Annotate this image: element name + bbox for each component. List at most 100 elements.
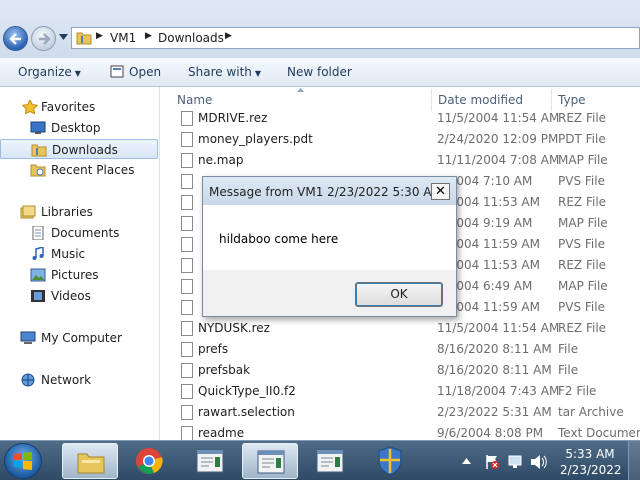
file-row[interactable]: NYDUSK.rez 11/5/2004 11:54 AM REZ File — [161, 318, 640, 339]
file-date: 11/5/2004 11:54 AM — [437, 111, 560, 125]
file-row[interactable]: rawart.selection 2/23/2022 5:31 AM tar Arc… — [161, 402, 640, 423]
column-header-date[interactable]: Date modified — [438, 93, 523, 107]
share-with-label: Share with — [188, 65, 252, 79]
libraries-icon — [20, 205, 36, 219]
nav-downloads[interactable]: Downloads — [0, 139, 158, 159]
nav-label: Pictures — [51, 268, 99, 282]
file-type: REZ File — [558, 195, 607, 209]
action-center-flag-icon[interactable] — [484, 454, 500, 470]
downloads-folder-icon — [31, 144, 47, 157]
breadcrumb-separator[interactable]: ▶ — [145, 31, 152, 41]
file-icon — [181, 300, 193, 315]
breadcrumb-vm1[interactable]: VM1 — [110, 31, 136, 45]
app-window-icon — [196, 449, 224, 473]
file-row[interactable]: ne.map 11/11/2004 7:08 AM MAP File — [161, 150, 640, 171]
nav-network[interactable]: Network — [0, 370, 158, 390]
nav-label: Documents — [51, 226, 120, 240]
nav-label: Libraries — [41, 205, 93, 219]
taskbar-explorer-button[interactable] — [62, 443, 118, 479]
column-header-name[interactable]: Name — [177, 93, 212, 107]
music-icon — [32, 247, 44, 260]
taskbar: 5:33 AM 2/23/2022 — [0, 440, 640, 480]
taskbar-security-button[interactable] — [362, 443, 418, 479]
recent-places-icon — [30, 164, 46, 177]
breadcrumb-separator[interactable]: ▶ — [225, 31, 232, 41]
file-icon — [181, 216, 193, 231]
clock-time[interactable]: 5:33 AM — [560, 447, 620, 461]
nav-documents[interactable]: Documents — [0, 223, 158, 243]
file-row[interactable]: QuickType_II0.f2 11/18/2004 7:43 AM F2 Fil… — [161, 381, 640, 402]
file-type: MAP File — [558, 153, 608, 167]
videos-icon — [31, 290, 45, 302]
file-icon — [181, 342, 193, 357]
file-row[interactable]: prefsbak 8/16/2020 8:11 AM File — [161, 360, 640, 381]
file-row[interactable]: MDRIVE.rez 11/5/2004 11:54 AM REZ File — [161, 108, 640, 129]
documents-icon — [32, 226, 44, 240]
file-date: 2/23/2022 5:31 AM — [437, 405, 552, 419]
file-name: rawart.selection — [198, 405, 295, 419]
folder-icon — [76, 32, 92, 45]
taskbar-window-button[interactable] — [242, 443, 298, 479]
desktop-icon — [30, 121, 46, 134]
file-icon — [181, 321, 193, 336]
nav-label: Recent Places — [51, 163, 135, 177]
dropdown-arrow-icon: ▼ — [74, 69, 81, 78]
address-field[interactable]: ▶ VM1 ▶ Downloads ▶ — [71, 27, 640, 49]
file-row[interactable]: money_players.pdt 2/24/2020 12:09 PM PDT F… — [161, 129, 640, 150]
taskbar-window-button[interactable] — [182, 443, 238, 479]
file-type: MAP File — [558, 279, 608, 293]
clock-date[interactable]: 2/23/2022 — [560, 463, 622, 477]
nav-videos[interactable]: Videos — [0, 286, 158, 306]
organize-button[interactable]: Organize ▼ — [18, 65, 81, 79]
file-icon — [181, 195, 193, 210]
file-explorer-icon — [77, 453, 105, 474]
dialog-title-bar[interactable]: Message from VM1 2/23/2022 5:30 AM ✕ — [203, 177, 456, 205]
start-button[interactable] — [4, 443, 42, 479]
show-desktop-button[interactable] — [628, 441, 640, 480]
file-name: MDRIVE.rez — [198, 111, 268, 125]
file-type: Text Document — [558, 426, 640, 440]
column-header-type[interactable]: Type — [558, 93, 586, 107]
nav-music[interactable]: Music — [0, 244, 158, 264]
file-icon — [181, 174, 193, 189]
nav-favorites[interactable]: Favorites — [0, 97, 158, 117]
taskbar-window-button[interactable] — [302, 443, 358, 479]
file-date: 9/6/2004 8:08 PM — [437, 426, 544, 440]
open-button[interactable]: Open — [110, 65, 161, 79]
file-row[interactable]: readme 9/6/2004 8:08 PM Text Document — [161, 423, 640, 440]
ok-button[interactable]: OK — [355, 282, 443, 307]
nav-my-computer[interactable]: My Computer — [0, 328, 158, 348]
computer-icon — [20, 331, 36, 344]
file-date: 8/16/2020 8:11 AM — [437, 342, 552, 356]
file-icon — [181, 363, 193, 378]
nav-libraries[interactable]: Libraries — [0, 202, 158, 222]
taskbar-chrome-button[interactable] — [122, 443, 178, 479]
nav-recent-places[interactable]: Recent Places — [0, 160, 158, 180]
file-icon — [181, 153, 193, 168]
breadcrumb-separator[interactable]: ▶ — [96, 31, 103, 41]
file-date: 11/5/2004 11:54 AM — [437, 321, 560, 335]
breadcrumb-downloads[interactable]: Downloads — [158, 31, 224, 45]
new-folder-button[interactable]: New folder — [287, 65, 352, 79]
nav-desktop[interactable]: Desktop — [0, 118, 158, 138]
back-button[interactable] — [3, 26, 28, 51]
file-icon — [181, 426, 193, 440]
show-hidden-icons-icon[interactable] — [462, 458, 471, 464]
nav-pictures[interactable]: Pictures — [0, 265, 158, 285]
dialog-close-button[interactable]: ✕ — [431, 183, 450, 200]
app-window-icon — [257, 450, 285, 474]
file-icon — [181, 384, 193, 399]
file-row[interactable]: prefs 8/16/2020 8:11 AM File — [161, 339, 640, 360]
file-type: PDT File — [558, 132, 606, 146]
file-type: File — [558, 363, 579, 377]
address-bar: ▶ VM1 ▶ Downloads ▶ — [0, 0, 640, 58]
file-icon — [181, 279, 193, 294]
volume-icon[interactable] — [530, 454, 548, 470]
open-label: Open — [129, 65, 162, 79]
network-tray-icon[interactable] — [507, 454, 523, 470]
forward-button[interactable] — [31, 26, 56, 51]
share-with-button[interactable]: Share with ▼ — [188, 65, 261, 79]
file-type: REZ File — [558, 111, 607, 125]
file-name: prefsbak — [198, 363, 251, 377]
recent-pages-dropdown-icon[interactable] — [59, 34, 68, 40]
